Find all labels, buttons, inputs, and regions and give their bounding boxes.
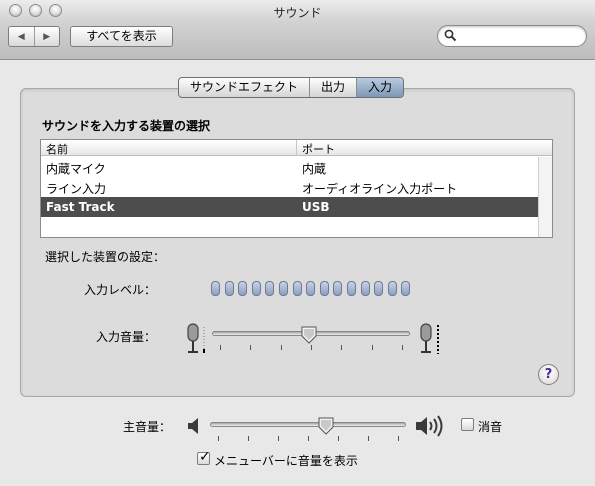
show-all-button[interactable]: すべてを表示 bbox=[70, 26, 173, 47]
slider-tick bbox=[218, 436, 219, 441]
slider-tick bbox=[371, 345, 373, 350]
input-level-led bbox=[224, 281, 234, 296]
show-volume-in-menubar-label: メニューバーに音量を表示 bbox=[214, 454, 358, 468]
search-input[interactable] bbox=[460, 28, 578, 44]
column-header-port[interactable]: ポート bbox=[302, 141, 335, 157]
table-scrollbar[interactable] bbox=[538, 157, 552, 237]
slider-tick bbox=[341, 345, 343, 350]
input-level-led bbox=[347, 281, 356, 296]
device-port: オーディオライン入力ポート bbox=[302, 182, 458, 196]
device-name: ライン入力 bbox=[46, 182, 107, 196]
table-header: 名前 ポート bbox=[41, 140, 552, 156]
input-level-led bbox=[265, 281, 275, 296]
slider-tick bbox=[250, 345, 252, 350]
input-level-label: 入力レベル： bbox=[83, 283, 156, 297]
back-forward-control: ◀ ▶ bbox=[8, 26, 60, 47]
tab-input[interactable]: 入力 bbox=[356, 78, 404, 97]
slider-tick bbox=[338, 436, 339, 441]
mute-checkbox[interactable] bbox=[461, 418, 474, 431]
back-button[interactable]: ◀ bbox=[9, 27, 34, 46]
slider-tick bbox=[248, 436, 249, 441]
slider-tick bbox=[398, 436, 399, 441]
input-level-led bbox=[319, 281, 329, 296]
slider-tick bbox=[308, 436, 309, 441]
slider-tick bbox=[278, 436, 279, 441]
input-level-led bbox=[374, 281, 384, 296]
table-row[interactable]: ライン入力 オーディオライン入力ポート bbox=[41, 177, 538, 197]
input-level-led bbox=[306, 281, 316, 296]
input-level-led bbox=[387, 281, 397, 296]
slider-tick bbox=[368, 436, 369, 441]
input-level-led bbox=[238, 281, 248, 296]
master-volume-label: 主音量： bbox=[122, 420, 171, 434]
show-volume-in-menubar-checkbox[interactable]: ✓ bbox=[197, 449, 211, 465]
device-port: 内蔵 bbox=[302, 162, 327, 176]
slider-tick bbox=[220, 345, 221, 350]
selected-device-settings-label: 選択した装置の設定： bbox=[45, 250, 166, 264]
mute-label: 消音 bbox=[478, 420, 503, 434]
tab-sound-effects[interactable]: サウンドエフェクト bbox=[179, 78, 309, 97]
input-volume-label: 入力音量： bbox=[95, 330, 156, 344]
input-volume-thumb[interactable] bbox=[301, 326, 317, 344]
forward-button[interactable]: ▶ bbox=[33, 27, 60, 46]
search-icon bbox=[444, 29, 457, 45]
tab-panel bbox=[20, 88, 575, 397]
table-row-selected[interactable]: Fast Track USB bbox=[41, 197, 538, 217]
column-header-name[interactable]: 名前 bbox=[46, 141, 68, 157]
help-button[interactable]: ? bbox=[538, 364, 559, 385]
menubar-check-icon: ✓ bbox=[199, 449, 211, 465]
device-name: Fast Track bbox=[46, 200, 115, 214]
speaker-high-icon bbox=[414, 413, 446, 442]
input-level-led bbox=[292, 281, 302, 296]
title-bar: サウンド bbox=[0, 0, 595, 22]
slider-tick bbox=[311, 345, 312, 350]
device-table: 名前 ポート 内蔵マイク 内蔵 ライン入力 オーディオライン入力ポート Fast… bbox=[40, 139, 553, 238]
input-level-led bbox=[251, 281, 261, 296]
device-name: 内蔵マイク bbox=[46, 162, 106, 176]
slider-tick bbox=[280, 345, 282, 350]
toolbar: ◀ ▶ すべてを表示 bbox=[0, 22, 595, 60]
device-port: USB bbox=[302, 200, 330, 214]
tab-output[interactable]: 出力 bbox=[309, 78, 356, 97]
search-field[interactable] bbox=[437, 25, 587, 47]
tab-bar: サウンドエフェクト 出力 入力 bbox=[178, 77, 405, 98]
input-level-led bbox=[279, 281, 288, 296]
input-level-led bbox=[333, 281, 343, 296]
master-volume-thumb[interactable] bbox=[318, 417, 334, 435]
input-level-led bbox=[211, 281, 220, 296]
window-title: サウンド bbox=[273, 6, 322, 20]
column-separator bbox=[296, 140, 297, 156]
table-row[interactable]: 内蔵マイク 内蔵 bbox=[41, 157, 538, 177]
master-volume-track[interactable] bbox=[210, 422, 406, 427]
speaker-low-icon bbox=[186, 416, 202, 439]
mic-high-icon bbox=[418, 323, 444, 358]
section-title: サウンドを入力する装置の選択 bbox=[42, 119, 211, 133]
input-level-led bbox=[360, 281, 370, 296]
mic-low-icon bbox=[183, 323, 207, 358]
slider-tick bbox=[402, 345, 403, 350]
input-level-led bbox=[401, 281, 411, 296]
